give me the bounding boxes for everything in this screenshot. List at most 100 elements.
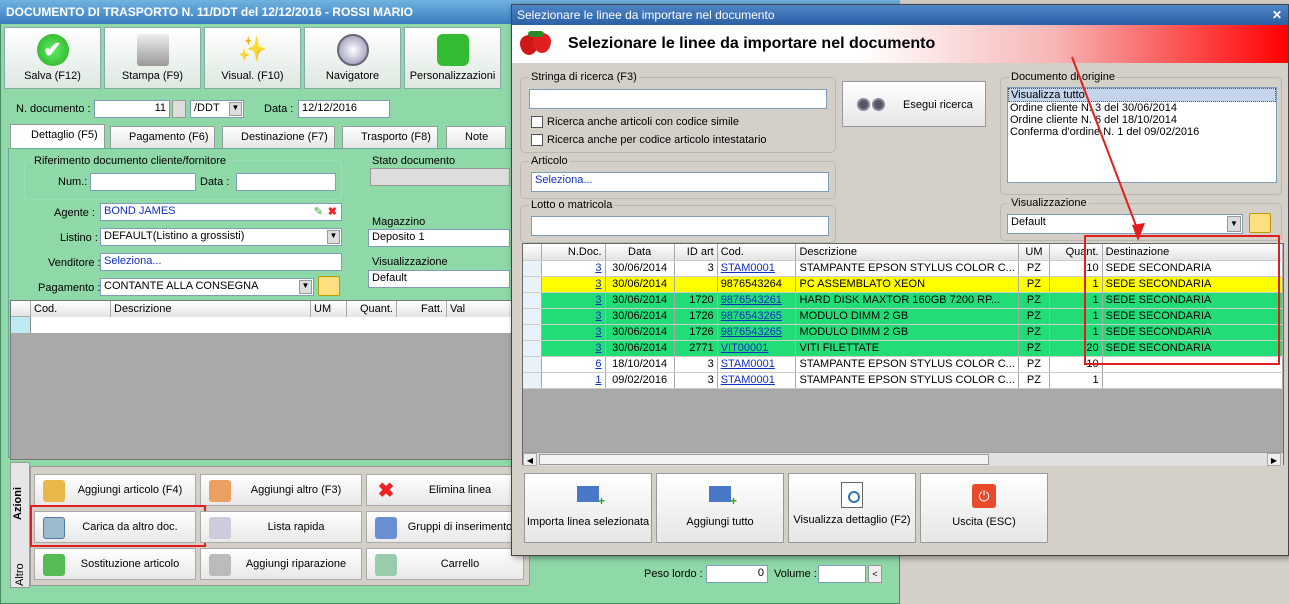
cell-data[interactable]: 30/06/2014 <box>605 340 675 357</box>
holder-code-checkbox[interactable] <box>531 134 543 146</box>
ndoc-spin-button[interactable] <box>172 100 186 118</box>
cell-ndoc[interactable]: 3 <box>541 324 606 341</box>
view-detail-button[interactable]: Visualizza dettaglio (F2) <box>788 473 916 543</box>
cell-data[interactable]: 09/02/2016 <box>605 372 675 389</box>
cell-idart[interactable]: 3 <box>674 356 718 373</box>
cell-descrizione[interactable]: MODULO DIMM 2 GB <box>795 324 1019 341</box>
preview-button[interactable]: ✨ Visual. (F10) <box>204 27 301 89</box>
cell-um[interactable]: PZ <box>1018 340 1051 357</box>
cell-idart[interactable]: 3 <box>674 260 718 277</box>
peso-input[interactable]: 0 <box>706 565 768 583</box>
pagamento-select[interactable]: CONTANTE ALLA CONSEGNA ▼ <box>100 278 314 296</box>
cell-data[interactable]: 30/06/2014 <box>605 324 675 341</box>
table-row[interactable] <box>31 317 513 333</box>
cell-um[interactable]: PZ <box>1018 292 1051 309</box>
vis-field[interactable]: Default <box>368 270 510 288</box>
exit-button[interactable]: ⏻ Uscita (ESC) <box>920 473 1048 543</box>
ndoc-input[interactable]: 11 <box>94 100 170 118</box>
add-article-button[interactable]: Aggiungi articolo (F4) <box>34 474 196 506</box>
replace-article-button[interactable]: Sostituzione articolo <box>34 548 196 580</box>
cell-descrizione[interactable]: HARD DISK MAXTOR 160GB 7200 RP... <box>795 292 1019 309</box>
doc-series-select[interactable]: /DDT ▼ <box>190 100 244 118</box>
cell-idart[interactable]: 2771 <box>674 340 718 357</box>
add-other-button[interactable]: Aggiungi altro (F3) <box>200 474 362 506</box>
tab-trasporto[interactable]: Trasporto (F8) <box>342 126 438 148</box>
cell-ndoc[interactable]: 3 <box>541 292 606 309</box>
volume-input[interactable] <box>818 565 866 583</box>
search-input[interactable] <box>529 89 827 109</box>
cell-idart[interactable]: 3 <box>674 372 718 389</box>
search-button[interactable]: Esegui ricerca <box>842 81 986 127</box>
grid-col-cod[interactable]: Cod. <box>31 301 111 318</box>
folder-icon[interactable] <box>1249 213 1271 233</box>
col-data[interactable]: Data <box>605 244 675 261</box>
row-selector[interactable] <box>523 356 543 373</box>
cell-ndoc[interactable]: 1 <box>541 372 606 389</box>
articolo-field[interactable]: Seleziona... <box>531 172 829 192</box>
cell-descrizione[interactable]: MODULO DIMM 2 GB <box>795 308 1019 325</box>
cell-cod[interactable]: STAM0001 <box>717 260 797 277</box>
similar-code-checkbox[interactable] <box>531 116 543 128</box>
cell-cod[interactable]: STAM0001 <box>717 372 797 389</box>
rif-num-input[interactable] <box>90 173 196 191</box>
arrow-right-icon[interactable]: ▶ <box>1267 453 1281 466</box>
chevron-down-icon[interactable]: ▼ <box>299 280 312 294</box>
grid-col-um[interactable]: UM <box>311 301 347 318</box>
magazzino-field[interactable]: Deposito 1 <box>368 229 510 247</box>
cell-cod[interactable]: 9876543264 <box>717 276 797 293</box>
tab-azioni[interactable]: Azioni <box>12 480 24 520</box>
cell-idart[interactable]: 1726 <box>674 324 718 341</box>
cell-descrizione[interactable]: VITI FILETTATE <box>795 340 1019 357</box>
cell-descrizione[interactable]: PC ASSEMBLATO XEON <box>795 276 1019 293</box>
row-selector[interactable] <box>523 340 543 357</box>
grid-col-fatt[interactable]: Fatt. <box>397 301 447 318</box>
cell-cod[interactable]: 9876543261 <box>717 292 797 309</box>
row-selector[interactable] <box>523 308 543 325</box>
import-selected-button[interactable]: + Importa linea selezionata <box>524 473 652 543</box>
customize-button[interactable]: Personalizzazioni <box>404 27 501 89</box>
cell-ndoc[interactable]: 3 <box>541 308 606 325</box>
cell-descrizione[interactable]: STAMPANTE EPSON STYLUS COLOR C... <box>795 260 1019 277</box>
date-input[interactable]: 12/12/2016 <box>298 100 390 118</box>
cell-cod[interactable]: 9876543265 <box>717 324 797 341</box>
tab-altro[interactable]: Altro <box>14 546 26 586</box>
cell-um[interactable]: PZ <box>1018 372 1051 389</box>
cell-ndoc[interactable]: 3 <box>541 276 606 293</box>
close-icon[interactable]: ✕ <box>1272 8 1282 22</box>
tab-note[interactable]: Note <box>446 126 506 148</box>
col-um[interactable]: UM <box>1018 244 1051 261</box>
cell-cod[interactable]: VIT00001 <box>717 340 797 357</box>
tab-pagamento[interactable]: Pagamento (F6) <box>110 126 216 148</box>
lotto-input[interactable] <box>531 216 829 236</box>
insert-groups-button[interactable]: Gruppi di inserimento <box>366 511 524 543</box>
cell-data[interactable]: 30/06/2014 <box>605 276 675 293</box>
cell-um[interactable]: PZ <box>1018 276 1051 293</box>
cell-ndoc[interactable]: 3 <box>541 260 606 277</box>
delete-line-button[interactable]: ✖ Elimina linea <box>366 474 524 506</box>
cell-idart[interactable]: 1726 <box>674 308 718 325</box>
print-button[interactable]: Stampa (F9) <box>104 27 201 89</box>
navigator-button[interactable]: Navigatore <box>304 27 401 89</box>
table-row[interactable]: 1 09/02/2016 3 STAM0001 STAMPANTE EPSON STYL… <box>523 372 1284 389</box>
rif-date-input[interactable] <box>236 173 336 191</box>
row-selector[interactable] <box>523 260 543 277</box>
chevron-down-icon[interactable]: ▼ <box>327 230 340 244</box>
cell-data[interactable]: 18/10/2014 <box>605 356 675 373</box>
cell-um[interactable]: PZ <box>1018 324 1051 341</box>
cell-quant[interactable]: 1 <box>1049 372 1103 389</box>
scrollbar-thumb[interactable] <box>539 454 989 465</box>
row-selector[interactable] <box>523 292 543 309</box>
add-all-button[interactable]: + Aggiungi tutto <box>656 473 784 543</box>
agente-field[interactable]: BOND JAMES ✎ ✖ <box>100 203 342 221</box>
cell-cod[interactable]: STAM0001 <box>717 356 797 373</box>
chevron-down-icon[interactable]: ▼ <box>1227 216 1241 232</box>
grid-col-descrizione[interactable]: Descrizione <box>111 301 311 318</box>
add-repair-button[interactable]: Aggiungi riparazione <box>200 548 362 580</box>
cell-um[interactable]: PZ <box>1018 356 1051 373</box>
arrow-left-icon[interactable]: ◀ <box>523 453 537 466</box>
cell-data[interactable]: 30/06/2014 <box>605 308 675 325</box>
tab-dettaglio[interactable]: Dettaglio (F5) <box>10 124 105 148</box>
folder-icon[interactable] <box>318 276 340 296</box>
venditore-field[interactable]: Seleziona... <box>100 253 342 271</box>
cell-data[interactable]: 30/06/2014 <box>605 292 675 309</box>
